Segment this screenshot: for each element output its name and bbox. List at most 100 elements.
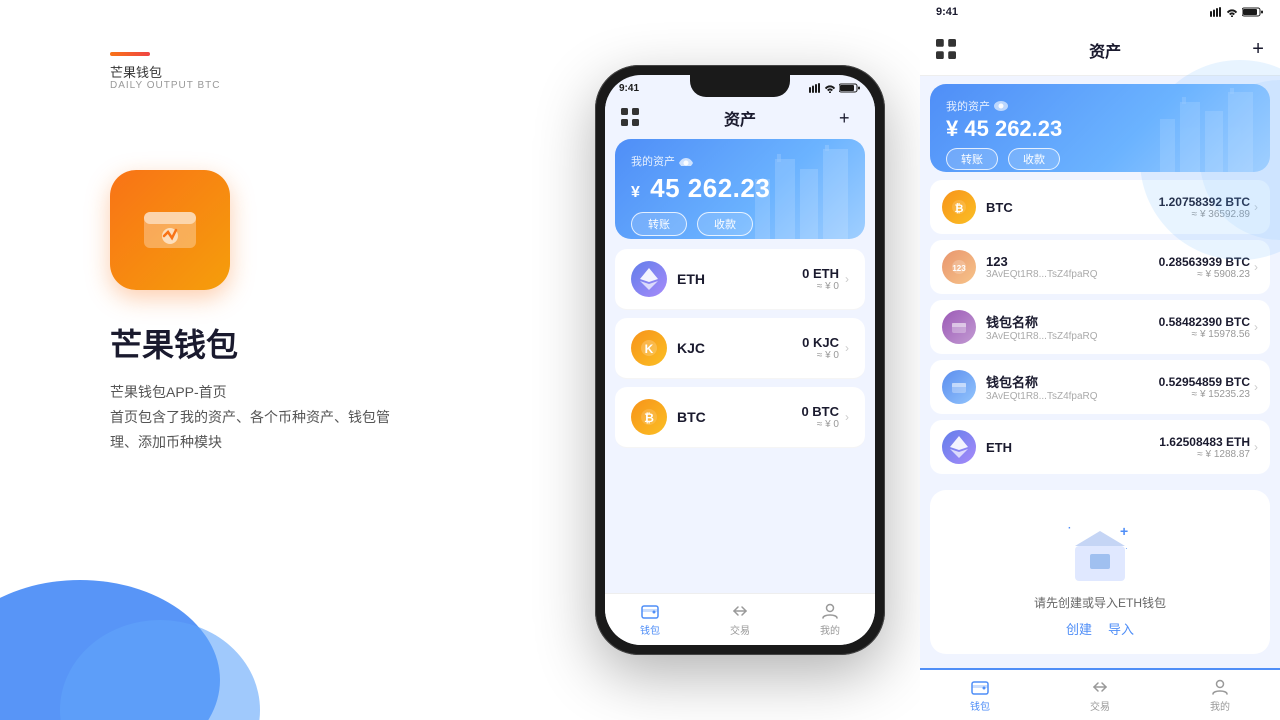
phone-status-bar: 9:41	[605, 79, 875, 97]
rp-eth-prompt: + · · 请先创建或导入ETH钱包 创建 导入	[930, 490, 1270, 654]
phone-nav-trade-label: 交易	[730, 622, 750, 637]
left-panel: 芒果钱包 DAILY OUTPUT BTC 芒果钱包 芒果钱包APP-首页 首页…	[0, 0, 560, 720]
btc-arrow-icon: ›	[845, 410, 849, 424]
btc-amount-main: 0 BTC	[801, 404, 839, 419]
svg-text:K: K	[645, 342, 654, 356]
eth-prompt-actions: 创建 导入	[946, 619, 1254, 638]
rp-coin-wallet2[interactable]: 钱包名称 3AvEQt1R8...TsZ4fpaRQ 0.52954859 BT…	[930, 360, 1270, 414]
rp-coin-eth[interactable]: ETH 1.62508483 ETH ≈ ¥ 1288.87 ›	[930, 420, 1270, 474]
app-icon	[110, 170, 230, 290]
rp-bottom-nav: 钱包 交易 我的	[920, 668, 1280, 720]
kjc-amounts: 0 KJC ≈ ¥ 0	[802, 335, 839, 361]
rp-nav-wallet-label: 钱包	[970, 698, 990, 713]
rp-time: 9:41	[936, 6, 958, 18]
phone-add-button[interactable]: +	[839, 108, 859, 128]
rp-123-addr: 3AvEQt1R8...TsZ4fpaRQ	[986, 269, 1159, 280]
rp-coin-wallet1[interactable]: 钱包名称 3AvEQt1R8...TsZ4fpaRQ 0.58482390 BT…	[930, 300, 1270, 354]
svg-text:·: ·	[1068, 523, 1071, 534]
btc-amounts: 0 BTC ≈ ¥ 0	[801, 404, 839, 430]
rp-nav-mine[interactable]: 我的	[1160, 678, 1280, 713]
phone-coin-kjc[interactable]: K KJC 0 KJC ≈ ¥ 0 ›	[615, 318, 865, 379]
phone-outer: 9:41 资产 +	[595, 65, 885, 655]
rp-wallet2-main: 钱包名称 3AvEQt1R8...TsZ4fpaRQ	[986, 372, 1159, 402]
kjc-amount-main: 0 KJC	[802, 335, 839, 350]
rp-btc-arrow-icon: ›	[1254, 200, 1258, 214]
rp-wallet1-name: 钱包名称	[986, 312, 1159, 331]
rp-123-value: ≈ ¥ 5908.23	[1159, 269, 1250, 280]
right-panel: 9:41 资产 + 我的资产 ¥ 45 262.23	[920, 0, 1280, 720]
rp-btc-icon: ₿	[942, 190, 976, 224]
rp-wallet1-icon	[942, 310, 976, 344]
eth-arrow-icon: ›	[845, 272, 849, 286]
rp-coin-123[interactable]: 123 123 3AvEQt1R8...TsZ4fpaRQ 0.28563939…	[930, 240, 1270, 294]
rp-123-main: 123 3AvEQt1R8...TsZ4fpaRQ	[986, 254, 1159, 280]
rp-btc-main: BTC	[986, 200, 1159, 215]
phone-mockup-panel: 9:41 资产 +	[560, 0, 920, 720]
grid-icon[interactable]	[621, 108, 641, 128]
rp-eth-icon	[942, 430, 976, 464]
rp-eth-arrow-icon: ›	[1254, 440, 1258, 454]
rp-nav-trade[interactable]: 交易	[1040, 678, 1160, 713]
eth-icon	[631, 261, 667, 297]
rp-page-title: 资产	[1089, 38, 1121, 62]
rp-btc-amount: 1.20758392 BTC	[1159, 195, 1250, 209]
rp-eth-main: ETH	[986, 440, 1159, 455]
rp-123-icon: 123	[942, 250, 976, 284]
brand-title: 芒果钱包	[110, 320, 238, 366]
eth-prompt-illustration: + · ·	[1060, 506, 1140, 586]
phone-nav-mine-label: 我的	[820, 622, 840, 637]
desc-line2: 首页包含了我的资产、各个币种资产、钱包管	[110, 409, 390, 425]
rp-receive-button[interactable]: 收款	[1008, 148, 1060, 170]
eth-create-link[interactable]: 创建	[1066, 619, 1092, 638]
phone-nav-mine[interactable]: 我的	[785, 602, 875, 637]
rp-wallet1-value: ≈ ¥ 15978.56	[1159, 329, 1250, 340]
phone-transfer-button[interactable]: 转账	[631, 212, 687, 236]
phone-coin-btc[interactable]: ₿ BTC 0 BTC ≈ ¥ 0 ›	[615, 387, 865, 448]
desc-line3: 理、添加币种模块	[110, 434, 222, 450]
btc-icon: ₿	[631, 399, 667, 435]
kjc-arrow-icon: ›	[845, 341, 849, 355]
rp-nav-mine-label: 我的	[1210, 698, 1230, 713]
phone-bottom-nav: 钱包 交易 我的	[605, 593, 875, 645]
eth-prompt-text: 请先创建或导入ETH钱包	[946, 594, 1254, 611]
rp-eth-right: 1.62508483 ETH ≈ ¥ 1288.87	[1159, 435, 1250, 460]
rp-wallet1-right: 0.58482390 BTC ≈ ¥ 15978.56	[1159, 315, 1250, 340]
rp-wallet2-amount: 0.52954859 BTC	[1159, 375, 1250, 389]
rp-wallet2-icon	[942, 370, 976, 404]
rp-wallet1-main: 钱包名称 3AvEQt1R8...TsZ4fpaRQ	[986, 312, 1159, 342]
rp-wallet2-value: ≈ ¥ 15235.23	[1159, 389, 1250, 400]
svg-text:₿: ₿	[644, 411, 654, 425]
brand-subtitle: DAILY OUTPUT BTC	[110, 80, 220, 91]
rp-status-bar: 9:41	[920, 0, 1280, 24]
svg-text:₿: ₿	[955, 203, 964, 215]
rp-assets-card: 我的资产 ¥ 45 262.23 转账 收款	[930, 84, 1270, 172]
rp-123-right: 0.28563939 BTC ≈ ¥ 5908.23	[1159, 255, 1250, 280]
rp-wallet2-addr: 3AvEQt1R8...TsZ4fpaRQ	[986, 391, 1159, 402]
rp-btc-name: BTC	[986, 200, 1159, 215]
phone-status-icons	[809, 83, 861, 93]
rp-grid-icon[interactable]	[936, 39, 958, 61]
brand-name-small: 芒果钱包	[110, 62, 162, 81]
btc-amount-sub: ≈ ¥ 0	[801, 419, 839, 430]
eth-amounts: 0 ETH ≈ ¥ 0	[802, 266, 839, 292]
rp-btc-value: ≈ ¥ 36592.89	[1159, 209, 1250, 220]
rp-nav-wallet[interactable]: 钱包	[920, 678, 1040, 713]
rp-wallet2-arrow-icon: ›	[1254, 380, 1258, 394]
rp-coin-btc[interactable]: ₿ BTC 1.20758392 BTC ≈ ¥ 36592.89 ›	[930, 180, 1270, 234]
eth-import-link[interactable]: 导入	[1108, 619, 1134, 638]
phone-nav-trade[interactable]: 交易	[695, 602, 785, 637]
brand-desc: 芒果钱包APP-首页 首页包含了我的资产、各个币种资产、钱包管 理、添加币种模块	[110, 380, 390, 456]
rp-wallet2-name: 钱包名称	[986, 372, 1159, 391]
phone-assets-card: 我的资产 ¥ 45 262.23 转账 收款	[615, 139, 865, 239]
phone-inner: 9:41 资产 +	[605, 75, 875, 645]
phone-nav-wallet[interactable]: 钱包	[605, 602, 695, 637]
rp-header: 资产 +	[920, 24, 1280, 76]
app-icon-wrapper	[110, 170, 230, 290]
rp-123-amount: 0.28563939 BTC	[1159, 255, 1250, 269]
rp-transfer-button[interactable]: 转账	[946, 148, 998, 170]
phone-page-title: 资产	[724, 106, 756, 130]
phone-coin-eth[interactable]: ETH 0 ETH ≈ ¥ 0 ›	[615, 249, 865, 310]
kjc-amount-sub: ≈ ¥ 0	[802, 350, 839, 361]
rp-coin-list: ₿ BTC 1.20758392 BTC ≈ ¥ 36592.89 › 123 …	[920, 180, 1280, 480]
rp-add-button[interactable]: +	[1252, 38, 1264, 61]
